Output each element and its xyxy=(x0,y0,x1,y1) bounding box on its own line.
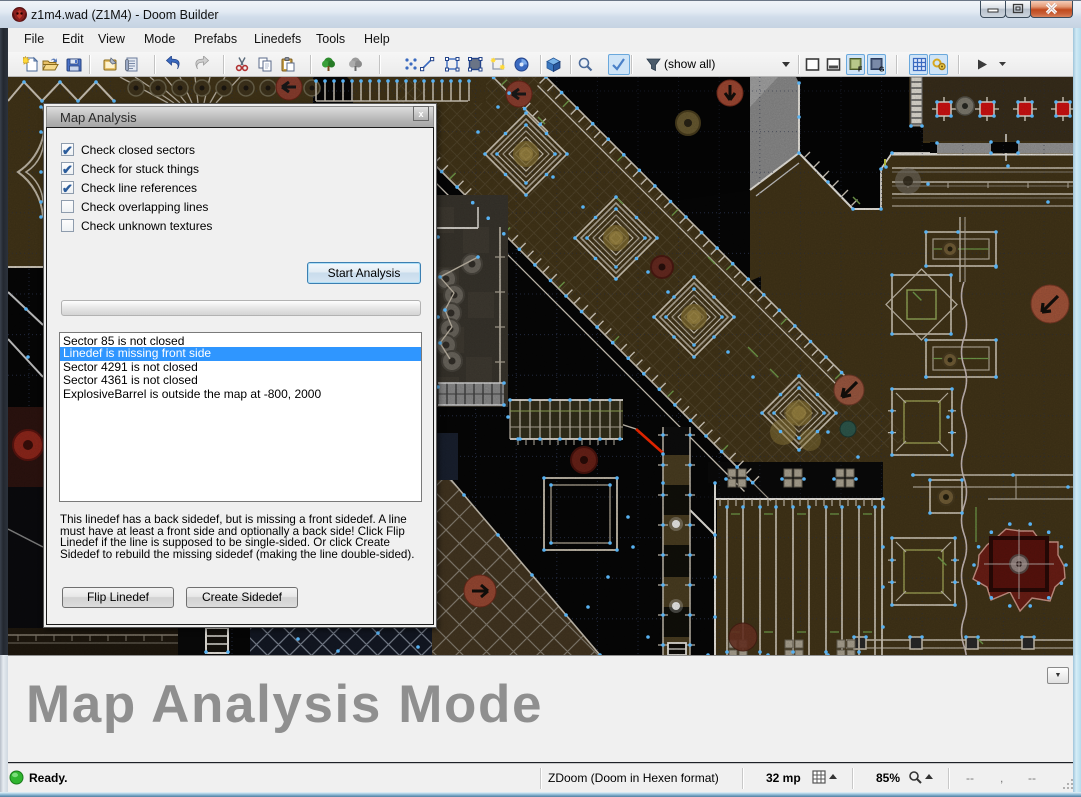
svg-text:G: G xyxy=(879,67,885,74)
svg-text:F: F xyxy=(858,67,863,74)
